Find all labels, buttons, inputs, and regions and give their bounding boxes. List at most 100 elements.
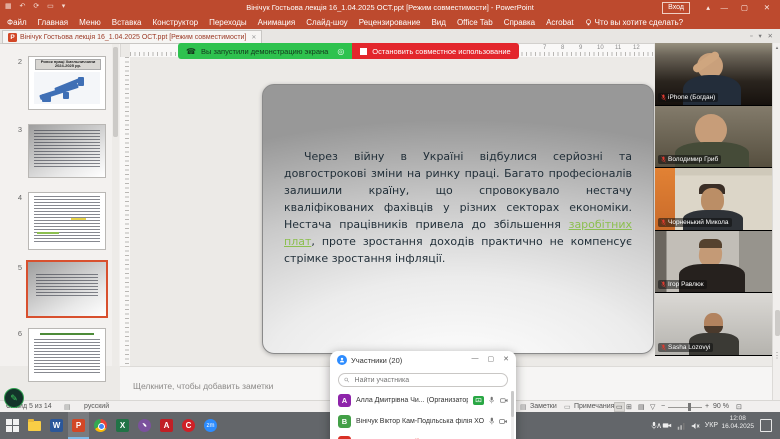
tab-acrobat[interactable]: Acrobat — [546, 18, 574, 27]
slide-thumbnail-6[interactable] — [28, 328, 106, 382]
annotate-floating-button[interactable]: ✎ — [4, 388, 24, 408]
slide-thumbnail-3[interactable] — [28, 124, 106, 178]
zoom-slider-thumb[interactable] — [688, 403, 691, 411]
minimize-icon[interactable]: — — [472, 355, 479, 363]
tab-review[interactable]: Рецензирование — [359, 18, 421, 27]
video-tile[interactable]: Володимир Гриб — [655, 106, 772, 169]
tray-clock[interactable]: 12:08 16.04.2025 — [721, 415, 754, 439]
close-button[interactable]: ✕ — [764, 3, 770, 12]
slide-thumbnail-4[interactable] — [28, 192, 106, 250]
scroll-up-icon[interactable]: ▴ — [773, 45, 780, 51]
fit-slide-button[interactable]: ⊡ — [736, 403, 742, 411]
tab-design[interactable]: Конструктор — [152, 18, 198, 27]
search-input[interactable] — [353, 376, 502, 385]
tab-insert[interactable]: Вставка — [112, 18, 142, 27]
video-tile[interactable]: Ігор Равлюк — [655, 231, 772, 294]
zoom-video-strip: iPhone (Богдан) Володимир Гриб Чорненьки… — [655, 43, 772, 356]
tab-home[interactable]: Главная — [38, 18, 68, 27]
tab-office-tab[interactable]: Office Tab — [457, 18, 493, 27]
ribbon-display-options-icon[interactable]: ▴ — [706, 3, 710, 12]
muted-mic-icon — [661, 281, 666, 288]
slide-area-scrollbar[interactable]: ▴ ⋮ — [772, 43, 780, 400]
screen-share-banner: ☎ Вы запустили демонстрацию экрана ◎ Ост… — [178, 43, 519, 59]
tray-speaker-muted-icon[interactable] — [691, 422, 700, 430]
video-tile[interactable]: Sasha Lozovyi — [655, 293, 772, 356]
camera-icon[interactable] — [500, 397, 508, 404]
taskbar-word[interactable]: W — [46, 412, 67, 439]
document-tab-label: Вінічук Гостьова лекція 16_1.04.2025 ОСТ… — [20, 34, 246, 41]
zoom-slider-track[interactable] — [668, 407, 702, 408]
current-slide-canvas[interactable]: Через війну в Україні відбулися серйозні… — [262, 84, 654, 354]
close-icon[interactable]: ✕ — [503, 355, 509, 363]
sign-in-button[interactable]: Вход — [662, 2, 690, 14]
mic-icon[interactable] — [489, 396, 494, 404]
share-status-pill: ☎ Вы запустили демонстрацию экрана ◎ — [178, 43, 352, 59]
slide-thumbnail-5-current[interactable] — [26, 260, 108, 318]
taskbar-file-explorer[interactable] — [24, 412, 45, 439]
taskbar-powerpoint-active[interactable]: P — [68, 412, 89, 439]
tray-mic-icon[interactable] — [651, 421, 657, 430]
view-slideshow-button[interactable]: ▽ — [650, 403, 655, 411]
maximize-icon[interactable]: ▢ — [488, 355, 495, 363]
zoom-in-button[interactable]: + — [705, 403, 709, 410]
thumbnail-panel-scrollbar[interactable] — [112, 43, 119, 366]
participants-list-scrollbar[interactable] — [511, 391, 514, 439]
language-indicator[interactable]: русский — [84, 403, 109, 410]
view-normal-button[interactable]: ▭ — [614, 402, 625, 412]
view-reading-button[interactable]: ▤ — [638, 403, 645, 411]
participant-row[interactable]: Ю — [330, 433, 516, 439]
participant-row[interactable]: В Вінічук Віктор Кам-Подільська філія ХО… — [330, 412, 516, 430]
tab-file[interactable]: Файл — [7, 18, 27, 27]
proofing-icon[interactable]: ▤ — [64, 403, 71, 411]
share-options-icon[interactable]: ◎ — [337, 47, 344, 56]
notes-toggle[interactable]: Заметки — [530, 403, 557, 410]
slide-number: 2 — [12, 57, 22, 66]
thumbnail-text-lines — [34, 130, 101, 166]
taskbar-comodo[interactable]: C — [178, 412, 199, 439]
participant-search-box[interactable] — [338, 373, 508, 387]
scrollbar-thumb[interactable] — [775, 310, 780, 336]
participant-name-label: Sasha Lozovyi — [658, 343, 713, 352]
tab-bar-controls[interactable]: ▫ ▾ ✕ — [750, 32, 775, 40]
start-button[interactable] — [2, 412, 23, 439]
tab-transitions[interactable]: Переходы — [209, 18, 247, 27]
minimize-button[interactable]: — — [721, 3, 729, 12]
tray-camera-icon[interactable] — [662, 422, 672, 429]
taskbar-zoom[interactable]: zm — [200, 412, 221, 439]
comments-toggle[interactable]: Примечания — [574, 403, 614, 410]
slide-number: 3 — [12, 125, 22, 134]
maximize-button[interactable]: ▢ — [741, 3, 748, 12]
scrollbar-split-handle[interactable]: ⋮ — [773, 351, 780, 360]
taskbar-chrome[interactable] — [90, 412, 111, 439]
tab-animations[interactable]: Анимация — [258, 18, 296, 27]
participant-name-label: iPhone (Богдан) — [658, 93, 718, 102]
slide-thumbnail-2[interactable]: Ринок праці Хмельниччини 2024-2025 рр. — [28, 56, 106, 110]
participant-name-label: Володимир Гриб — [658, 155, 721, 164]
mic-icon[interactable] — [489, 417, 495, 425]
language-indicator[interactable]: УКР — [705, 422, 718, 429]
tab-slideshow[interactable]: Слайд-шоу — [306, 18, 347, 27]
tell-me-box[interactable]: Что вы хотите сделать? — [585, 18, 683, 27]
taskbar-excel[interactable]: X — [112, 412, 133, 439]
zoom-level[interactable]: 90 % — [713, 403, 729, 410]
tab-view[interactable]: Вид — [431, 18, 445, 27]
tab-menu[interactable]: Меню — [79, 18, 101, 27]
tray-network-icon[interactable] — [677, 422, 686, 430]
zoom-out-button[interactable]: − — [661, 403, 665, 410]
taskbar-viber[interactable] — [134, 412, 155, 439]
video-tile[interactable]: iPhone (Богдан) — [655, 43, 772, 106]
tab-help[interactable]: Справка — [504, 18, 535, 27]
document-tab-bar: P Вінічук Гостьова лекція 16_1.04.2025 О… — [0, 29, 780, 44]
document-tab[interactable]: P Вінічук Гостьова лекція 16_1.04.2025 О… — [2, 30, 262, 44]
video-tile[interactable]: Чорненький Микола — [655, 168, 772, 231]
camera-icon[interactable] — [499, 418, 508, 425]
participant-row[interactable]: А Алла Дмитрівна Чи... (Организатор, я) — [330, 391, 516, 409]
quick-access-toolbar-icons[interactable]: ▦ ↶ ⟳ ▭ ▾ — [5, 2, 68, 10]
slide-number: 5 — [12, 263, 22, 272]
taskbar-acrobat[interactable]: A — [156, 412, 177, 439]
view-sorter-button[interactable]: ⊞ — [626, 403, 632, 411]
tab-close-icon[interactable]: ✕ — [251, 34, 256, 41]
action-center-button[interactable] — [760, 412, 772, 439]
stop-share-button[interactable]: Остановить совместное использование — [352, 43, 518, 59]
tray-time: 12:08 — [721, 415, 754, 423]
